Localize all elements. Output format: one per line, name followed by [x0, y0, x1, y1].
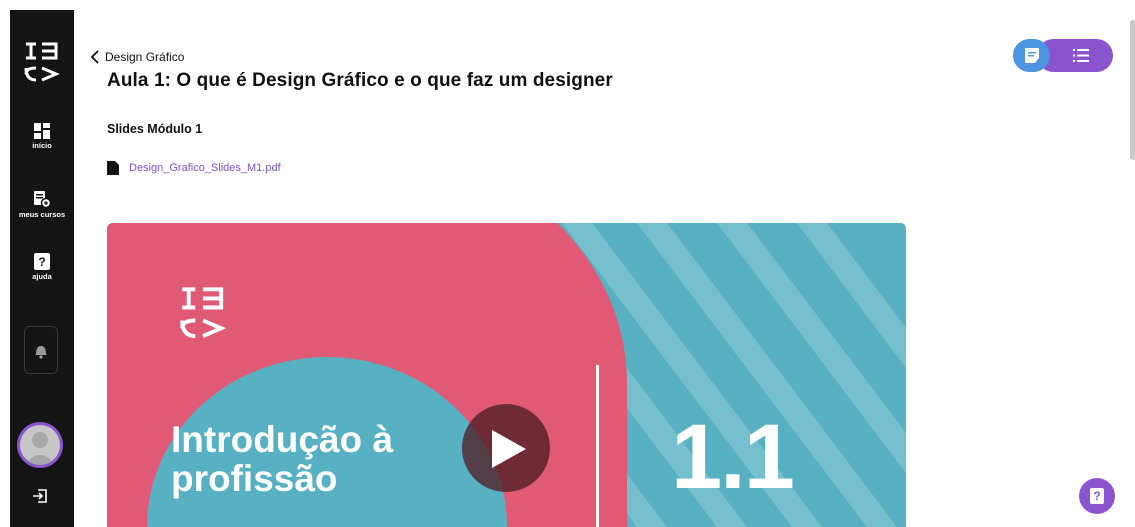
page-title: Aula 1: O que é Design Gráfico e o que f… [107, 70, 613, 91]
sidebar-item-meus-cursos[interactable]: meus cursos [10, 190, 74, 219]
video-title-line1: Introdução à [171, 419, 394, 460]
play-icon [492, 430, 526, 468]
dashboard-icon [34, 123, 50, 139]
bell-icon [35, 346, 47, 359]
help-icon: ? [34, 253, 50, 270]
sidebar-item-inicio[interactable]: início [10, 123, 74, 150]
sidebar-item-label: meus cursos [18, 210, 66, 219]
sidebar-item-label: início [32, 141, 52, 150]
file-icon [107, 161, 119, 175]
notes-view-button[interactable] [1013, 39, 1050, 72]
sidebar-item-label: ajuda [32, 272, 52, 281]
logout-icon [33, 489, 47, 503]
chevron-left-icon[interactable] [90, 50, 100, 64]
list-icon [1073, 49, 1089, 62]
video-module-number: 1.1 [671, 406, 795, 508]
video-title: Introdução à profissão [171, 420, 393, 498]
video-divider [596, 365, 599, 527]
ebac-logo-icon[interactable] [22, 38, 62, 88]
scrollbar[interactable] [1130, 20, 1135, 160]
ebac-logo-icon [177, 281, 229, 352]
section-title: Slides Módulo 1 [107, 122, 203, 136]
breadcrumb-link[interactable]: Design Gráfico [105, 50, 184, 64]
view-toggle [1013, 39, 1113, 72]
help-icon: ? [1090, 488, 1104, 504]
breadcrumb[interactable]: Design Gráfico [90, 50, 184, 64]
file-download-link[interactable]: Design_Grafico_Slides_M1.pdf [129, 162, 281, 174]
user-avatar-placeholder [20, 425, 60, 465]
play-button[interactable] [462, 404, 550, 492]
courses-icon [34, 191, 51, 208]
svg-text:?: ? [38, 255, 45, 269]
sidebar-item-ajuda[interactable]: ? ajuda [10, 253, 74, 281]
file-attachment[interactable]: Design_Grafico_Slides_M1.pdf [107, 161, 281, 175]
logout-button[interactable] [32, 488, 48, 509]
video-player[interactable]: Introdução à profissão 1.1 [107, 223, 906, 527]
notifications-button[interactable] [24, 326, 58, 374]
video-title-line2: profissão [171, 458, 338, 499]
notes-icon [1025, 48, 1039, 63]
help-button[interactable]: ? [1079, 478, 1115, 514]
avatar[interactable] [17, 422, 63, 468]
sidebar: início meus cursos ? ajuda [10, 10, 74, 527]
